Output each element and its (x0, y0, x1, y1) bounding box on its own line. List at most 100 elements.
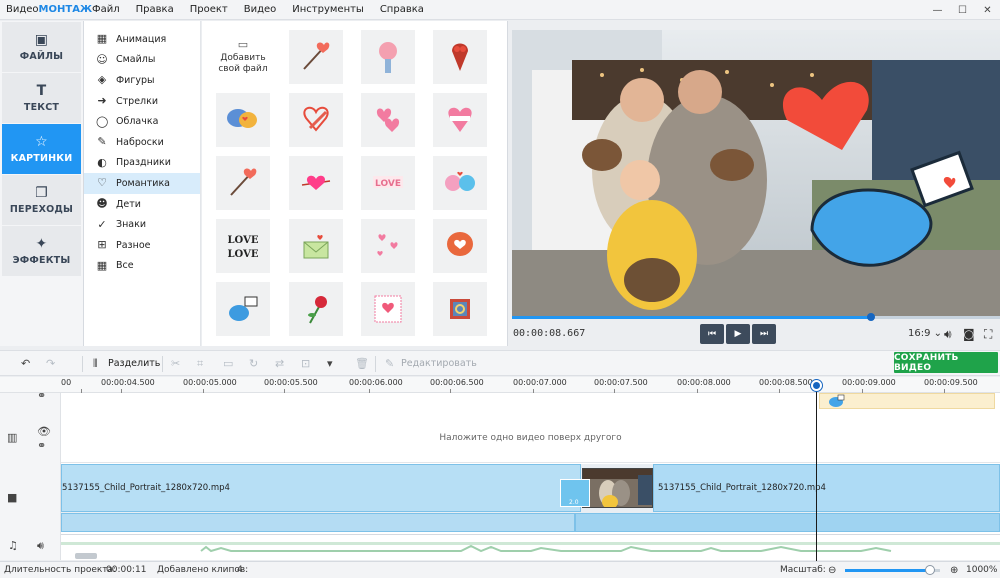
crop-icon[interactable]: ⌗ (197, 357, 203, 370)
category-item[interactable]: ⊞ Разное (84, 235, 200, 256)
zoom-out-icon[interactable]: ⊖ (828, 565, 836, 576)
menu-tools[interactable]: Инструменты (284, 4, 372, 15)
nav-files[interactable]: ▣ ФАЙЛЫ (2, 22, 81, 72)
heart-speech-bubble-sticker[interactable] (433, 219, 487, 273)
category-item[interactable]: ☻ Дети (84, 194, 200, 215)
prev-frame-button[interactable]: ⏮ (700, 324, 724, 344)
snapshot-icon[interactable]: ◙ (963, 327, 975, 341)
rotate-icon[interactable]: ↻ (249, 357, 258, 370)
edit-icon[interactable]: ✎ (385, 357, 394, 370)
video-clip-2[interactable]: 5137155_Child_Portrait_1280x720.mp4 (653, 464, 1000, 512)
birds-in-love-sticker[interactable] (433, 156, 487, 210)
sketch-icon: ✎ (97, 135, 107, 149)
minimize-button[interactable]: — (925, 0, 950, 20)
love-text-sticker[interactable]: LOVE (361, 156, 415, 210)
clip-1-audio[interactable] (61, 513, 575, 532)
next-frame-button[interactable]: ⏭ (752, 324, 776, 344)
heart-bouquet-sticker[interactable] (433, 30, 487, 84)
menu-project[interactable]: Проект (182, 4, 236, 15)
category-item[interactable]: ➜ Стрелки (84, 91, 200, 112)
playhead-handle[interactable] (811, 380, 822, 391)
preview-progress-bar[interactable] (512, 316, 1000, 319)
redo-icon[interactable]: ↷ (46, 357, 55, 370)
timeline-ruler[interactable]: 00 00:00:04.500 00:00:05.000 00:00:05.500 00… (0, 377, 1000, 393)
bird-sticker-thumb (829, 394, 845, 407)
rose-sticker[interactable] (289, 282, 343, 336)
replace-icon[interactable]: ⇄ (275, 357, 284, 370)
heart-arrow-pink-sticker[interactable] (289, 156, 343, 210)
heart-stamp-sticker[interactable] (361, 282, 415, 336)
timeline-scrollbar[interactable] (75, 553, 97, 559)
love-bubbles-sticker[interactable] (216, 93, 270, 147)
menu-video[interactable]: Видео (236, 4, 285, 15)
love-letter-sticker[interactable] (289, 219, 343, 273)
floating-hearts-sticker[interactable] (361, 219, 415, 273)
category-item[interactable]: ▦ Анимация (84, 29, 200, 50)
ring-box-sticker[interactable] (433, 282, 487, 336)
nav-text[interactable]: T ТЕКСТ (2, 73, 81, 123)
menu-help[interactable]: Справка (372, 4, 432, 15)
nav-effects[interactable]: ✦ ЭФФЕКТЫ (2, 226, 81, 276)
maximize-button[interactable]: ☐ (950, 0, 975, 20)
add-marker-icon[interactable]: ▾ (327, 357, 333, 370)
nav-transitions[interactable]: ❐ ПЕРЕХОДЫ (2, 175, 81, 225)
speaker-icon[interactable]: 🔊︎ (37, 539, 44, 553)
video-clip-1[interactable]: 5137155_Child_Portrait_1280x720.mp4 (61, 464, 581, 512)
category-item[interactable]: ✓ Знаки (84, 214, 200, 235)
zoom-in-icon[interactable]: ⊕ (950, 565, 958, 576)
link-icon[interactable]: ⚭ (37, 389, 46, 402)
heart-arrow-sticker[interactable] (289, 30, 343, 84)
eye-icon[interactable]: 👁︎ (37, 425, 51, 438)
pink-hearts-sticker[interactable] (361, 93, 415, 147)
playhead-line[interactable] (816, 381, 817, 561)
category-item[interactable]: ✎ Наброски (84, 132, 200, 153)
ruler-tick-label: 00:00:08.500 (759, 378, 813, 387)
split-button[interactable]: Разделить (108, 358, 160, 369)
delete-icon[interactable]: 🗑︎ (355, 357, 369, 370)
divider (162, 356, 163, 372)
clip-2-audio[interactable] (575, 513, 1000, 532)
heart-arrow-sticker[interactable] (216, 156, 270, 210)
menu-file[interactable]: Файл (84, 4, 128, 15)
save-video-button[interactable]: СОХРАНИТЬ ВИДЕО (894, 352, 998, 373)
bird-with-letter-sticker[interactable] (216, 282, 270, 336)
category-item[interactable]: ♡ Романтика (84, 173, 200, 194)
cut-icon[interactable]: ✂ (171, 357, 180, 370)
video-camera-icon: ■ (7, 491, 18, 504)
menu-edit[interactable]: Правка (128, 4, 182, 15)
zoom-slider-knob[interactable] (925, 565, 935, 575)
edit-button[interactable]: Редактировать (401, 358, 477, 369)
shapes-icon: ◈ (97, 73, 107, 87)
link-icon[interactable]: ⚭ (37, 439, 46, 452)
nav-pictures[interactable]: ☆ КАРТИНКИ (2, 124, 81, 174)
fullscreen-icon[interactable]: ⛶ (984, 327, 992, 342)
i-love-you-heart-sticker[interactable] (433, 93, 487, 147)
category-item[interactable]: ▦ Все (84, 256, 200, 277)
overlay-sticker-clip[interactable] (819, 393, 995, 409)
overlay-track[interactable]: Наложите одно видео поверх другого (61, 393, 1000, 463)
add-own-file-button[interactable]: ▭ Добавить свой файл (216, 30, 270, 84)
category-label: Романтика (116, 177, 171, 189)
sticker-image (450, 299, 470, 319)
aspect-ratio-select[interactable]: 16:9 ⌄ (908, 328, 942, 339)
split-icon[interactable]: ⫴ (93, 357, 98, 370)
preview-progress-knob[interactable] (867, 313, 875, 321)
screenshot-icon[interactable]: ⊡ (301, 357, 310, 370)
heart-pencil-sticker[interactable] (289, 93, 343, 147)
heart-lock-sticker[interactable] (361, 30, 415, 84)
audio-track[interactable] (61, 534, 1000, 560)
volume-icon[interactable]: 🔊︎ (944, 327, 952, 342)
undo-icon[interactable]: ↶ (21, 357, 30, 370)
duration-value: 00:00:11 (106, 565, 147, 575)
frame-icon[interactable]: ▭ (223, 357, 233, 370)
play-button[interactable]: ▶ (726, 324, 750, 344)
love-love-text-sticker[interactable]: LOVE LOVE (216, 219, 270, 273)
category-item[interactable]: ◈ Фигуры (84, 70, 200, 91)
video-track[interactable]: 5137155_Child_Portrait_1280x720.mp4 5137… (61, 464, 1000, 532)
category-item[interactable]: ◐ Праздники (84, 153, 200, 174)
category-item[interactable]: ◯ Облачка (84, 111, 200, 132)
close-button[interactable]: ✕ (975, 0, 1000, 20)
video-preview[interactable] (512, 30, 1000, 317)
category-item[interactable]: ☺ Смайлы (84, 50, 200, 71)
timeline[interactable]: Наложите одно видео поверх другого 51371… (61, 393, 1000, 560)
